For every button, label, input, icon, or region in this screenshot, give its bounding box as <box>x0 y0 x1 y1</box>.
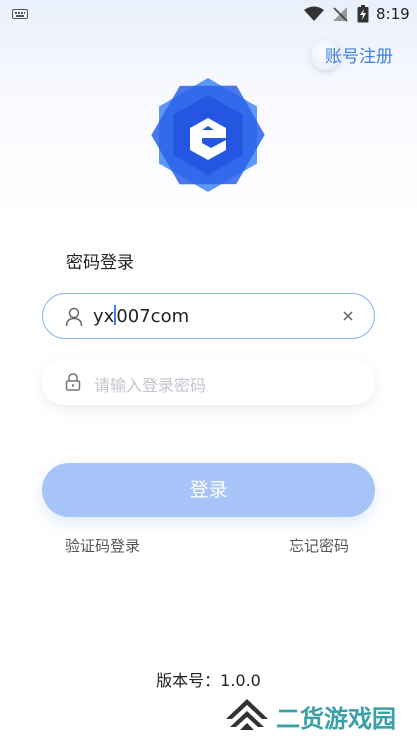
username-text-after: 007com <box>116 306 190 327</box>
register-account-link[interactable]: 账号注册 <box>307 38 411 74</box>
password-placeholder: 请输入登录密码 <box>94 376 207 395</box>
battery-charging-icon <box>357 5 369 23</box>
forgot-password-link[interactable]: 忘记密码 <box>289 535 349 556</box>
register-label: 账号注册 <box>325 47 393 67</box>
user-icon <box>65 307 83 327</box>
username-text-before: yx <box>93 306 115 327</box>
status-bar: 8:19 <box>0 0 417 28</box>
watermark-logo <box>226 699 268 730</box>
username-field[interactable]: yx 007com <box>42 293 375 339</box>
login-title: 密码登录 <box>66 253 134 273</box>
username-value[interactable]: yx 007com <box>93 305 189 327</box>
lock-icon <box>65 373 81 391</box>
app-logo <box>151 78 265 192</box>
version-label: 版本号：1.0.0 <box>156 671 261 690</box>
status-time: 8:19 <box>376 5 410 23</box>
login-button[interactable]: 登录 <box>42 463 375 517</box>
watermark-text: 二货游戏园 <box>276 705 396 733</box>
site-watermark: 二货游戏园 <box>224 695 414 735</box>
no-signal-icon <box>333 7 348 22</box>
keyboard-icon <box>12 9 28 19</box>
wifi-icon <box>304 6 324 21</box>
password-field[interactable]: 请输入登录密码 <box>42 359 375 405</box>
sms-code-login-link[interactable]: 验证码登录 <box>65 535 140 556</box>
close-icon[interactable] <box>340 308 356 324</box>
